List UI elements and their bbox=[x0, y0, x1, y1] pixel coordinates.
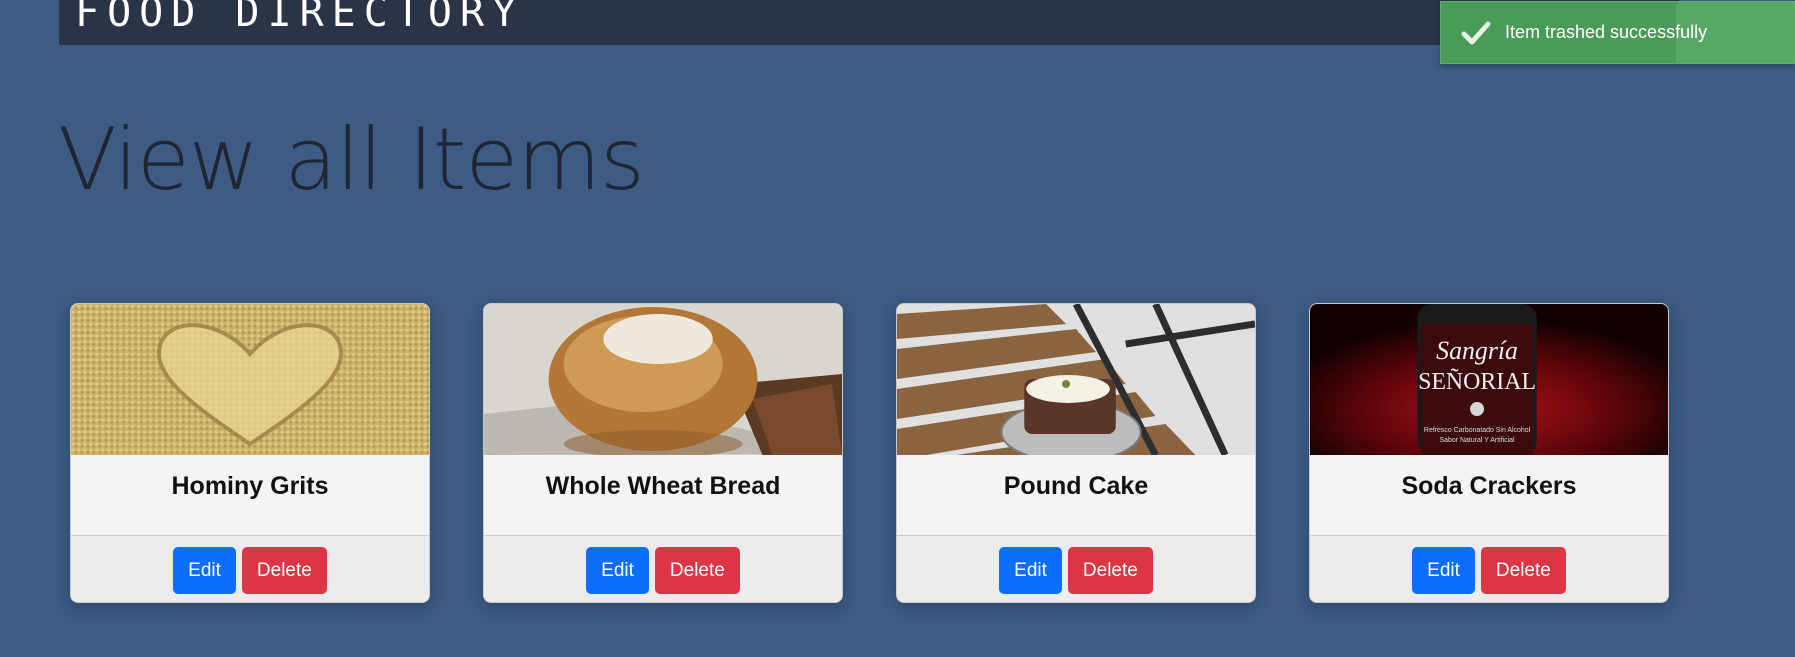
page-title: View all Items bbox=[58, 110, 645, 210]
card-actions: Edit Delete bbox=[1310, 535, 1668, 602]
svg-text:Sabor Natural Y Artificial: Sabor Natural Y Artificial bbox=[1440, 437, 1516, 444]
delete-button[interactable]: Delete bbox=[1480, 547, 1566, 594]
item-title: Pound Cake bbox=[1003, 472, 1149, 500]
top-navbar: FOOD DIRECTORY bbox=[59, 0, 1679, 45]
delete-button[interactable]: Delete bbox=[241, 547, 327, 594]
bread-loaf-image bbox=[484, 304, 842, 455]
delete-button[interactable]: Delete bbox=[1067, 547, 1153, 594]
card-actions: Edit Delete bbox=[71, 535, 429, 602]
check-icon bbox=[1461, 21, 1491, 44]
items-grid: Hominy Grits Edit Delete Whole Wheat Bre… bbox=[70, 303, 1670, 603]
svg-text:SEÑORIAL: SEÑORIAL bbox=[1418, 369, 1536, 395]
item-card: Hominy Grits Edit Delete bbox=[70, 303, 430, 603]
edit-button[interactable]: Edit bbox=[586, 547, 649, 594]
card-actions: Edit Delete bbox=[897, 535, 1255, 602]
pound-cake-image bbox=[897, 304, 1255, 455]
edit-button[interactable]: Edit bbox=[173, 547, 236, 594]
edit-button[interactable]: Edit bbox=[1412, 547, 1475, 594]
svg-text:Refresco Carbonatado Sin Alcoh: Refresco Carbonatado Sin Alcohol bbox=[1424, 427, 1531, 434]
card-actions: Edit Delete bbox=[484, 535, 842, 602]
brand-logo[interactable]: FOOD DIRECTORY bbox=[75, 0, 524, 36]
svg-text:Sangría: Sangría bbox=[1436, 336, 1518, 365]
grits-heart-image bbox=[71, 304, 429, 455]
item-title: Whole Wheat Bread bbox=[545, 472, 781, 500]
item-card: Sangría SEÑORIAL Refresco Carbonatado Si… bbox=[1309, 303, 1669, 603]
edit-button[interactable]: Edit bbox=[999, 547, 1062, 594]
sangria-bottle-image: Sangría SEÑORIAL Refresco Carbonatado Si… bbox=[1310, 304, 1668, 455]
item-card: Whole Wheat Bread Edit Delete bbox=[483, 303, 843, 603]
item-card: Pound Cake Edit Delete bbox=[896, 303, 1256, 603]
success-toast[interactable]: Item trashed successfully bbox=[1440, 1, 1795, 64]
toast-message: Item trashed successfully bbox=[1505, 22, 1708, 42]
item-title: Soda Crackers bbox=[1401, 472, 1577, 500]
delete-button[interactable]: Delete bbox=[654, 547, 740, 594]
item-title: Hominy Grits bbox=[171, 472, 329, 500]
